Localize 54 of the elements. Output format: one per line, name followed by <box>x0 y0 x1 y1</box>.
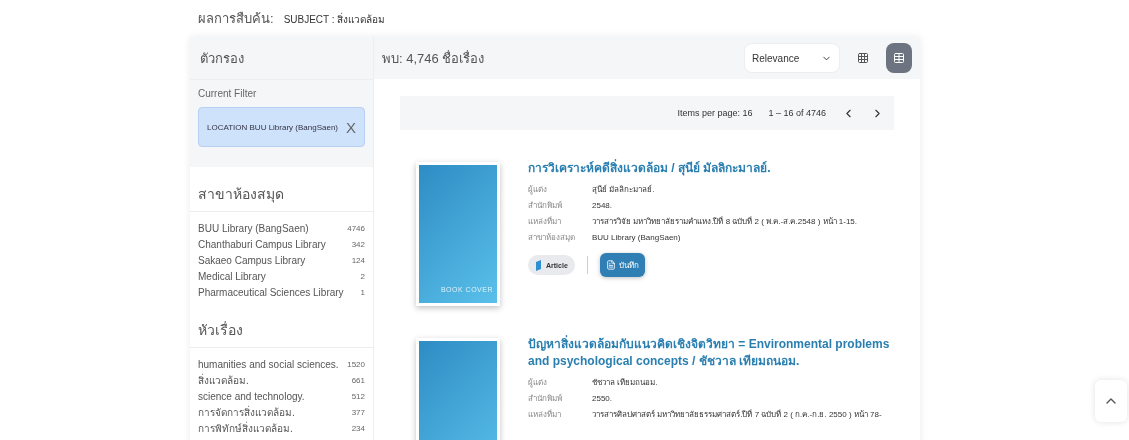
facet-item[interactable]: Medical Library <box>198 271 266 282</box>
facet-item[interactable]: สิ่งแวดล้อม. <box>198 373 249 388</box>
record-title-link[interactable]: การวิเคราะห์คดีสิ่งแวดล้อม / สุนีย์ มัลลิกะมาลย์. <box>528 160 858 177</box>
field-value: 2550. <box>592 393 614 405</box>
facet-item[interactable]: Pharmaceutical Sciences Library <box>198 287 344 298</box>
facet-title: หัวเรื่อง <box>190 303 373 348</box>
field-label: ผู้แต่ง <box>528 377 548 390</box>
sort-dropdown[interactable]: Relevance <box>744 43 840 73</box>
facet-count: 342 <box>351 240 365 249</box>
field-label: สาขาห้องสมุด <box>528 232 576 244</box>
field-value: สุนีย์ มัลลิกะมาลย์. <box>592 184 656 196</box>
search-query: SUBJECT : สิ่งแวดล้อม <box>283 12 386 27</box>
field-value: วารสารวิจัย มหาวิทยาลัยรามคำแหง.ปีที่ 8 ฉบับที่ 2 ( พ.ค.-ส.ค.2548 ) หน้า 1-15. <box>592 215 858 228</box>
field-label: แหล่งที่มา <box>528 408 562 421</box>
field-value: วารสารศิลปศาสตร์ มหาวิทยาลัยธรรมศาสตร์.ปีที่ 7 ฉบับที่ 2 ( ก.ค.-ก.ย. 2550 ) หน้า 78- <box>592 408 883 421</box>
facet-item[interactable]: BUU Library (BangSaen) <box>198 223 309 234</box>
field-value: ชัชวาล เทียมถนอม. <box>592 377 659 389</box>
facet-item[interactable]: humanities and social sciences. <box>198 359 339 370</box>
book-icon <box>535 259 543 271</box>
items-per-page: Items per page: 16 <box>677 108 753 118</box>
page-range: 1 – 16 of 4746 <box>768 108 826 118</box>
facet-title: สาขาห้องสมุด <box>190 167 373 212</box>
field-value: BUU Library (BangSaen) <box>592 232 682 244</box>
facet-count: 234 <box>351 424 365 433</box>
facet-count: 2 <box>360 272 365 281</box>
table-icon <box>893 52 905 64</box>
remove-filter-button[interactable]: X <box>346 118 356 136</box>
field-label: ผู้แต่ง <box>528 184 548 197</box>
grid-icon <box>857 52 869 64</box>
facet-count: 512 <box>351 392 365 401</box>
search-result-label: ผลการสืบค้น: <box>198 10 274 28</box>
view-toggle-button[interactable] <box>886 43 912 73</box>
field-label: แหล่งที่มา <box>528 215 562 228</box>
facet-count: 1 <box>360 288 365 297</box>
facet-count: 4746 <box>347 224 365 233</box>
facet-count: 661 <box>351 376 365 385</box>
current-filter-label: Current Filter <box>198 88 258 99</box>
filter-chip-text: LOCATION BUU Library (BangSaen) <box>207 122 338 132</box>
sidebar-title: ตัวกรอง <box>190 37 373 80</box>
record-title-link[interactable]: ปัญหาสิ่งแวดล้อมกับแนวคิดเชิงจิตวิทยา = Environmental problems and psychological concepts / ชัชวาล เทียมถนอม. <box>528 336 894 370</box>
facet-count: 124 <box>351 256 365 265</box>
facet-count: 377 <box>351 408 365 417</box>
facet-item[interactable]: Chanthaburi Campus Library <box>198 239 326 250</box>
document-icon <box>605 260 616 270</box>
field-value: 2548. <box>592 200 614 212</box>
facet-item[interactable]: การพิทักษ์สิ่งแวดล้อม. <box>198 421 293 436</box>
save-button[interactable]: บันทึก <box>599 253 645 277</box>
field-label: สำนักพิมพ์ <box>528 393 563 405</box>
facet-count: 1520 <box>347 360 365 369</box>
results-count: พบ: 4,746 ชื่อเรื่อง <box>382 49 486 68</box>
facet-item[interactable]: การจัดการสิ่งแวดล้อม. <box>198 405 295 420</box>
facet-item[interactable]: science and technology. <box>198 391 305 402</box>
facet-item[interactable]: Sakaeo Campus Library <box>198 255 306 266</box>
field-label: สำนักพิมพ์ <box>528 200 563 212</box>
